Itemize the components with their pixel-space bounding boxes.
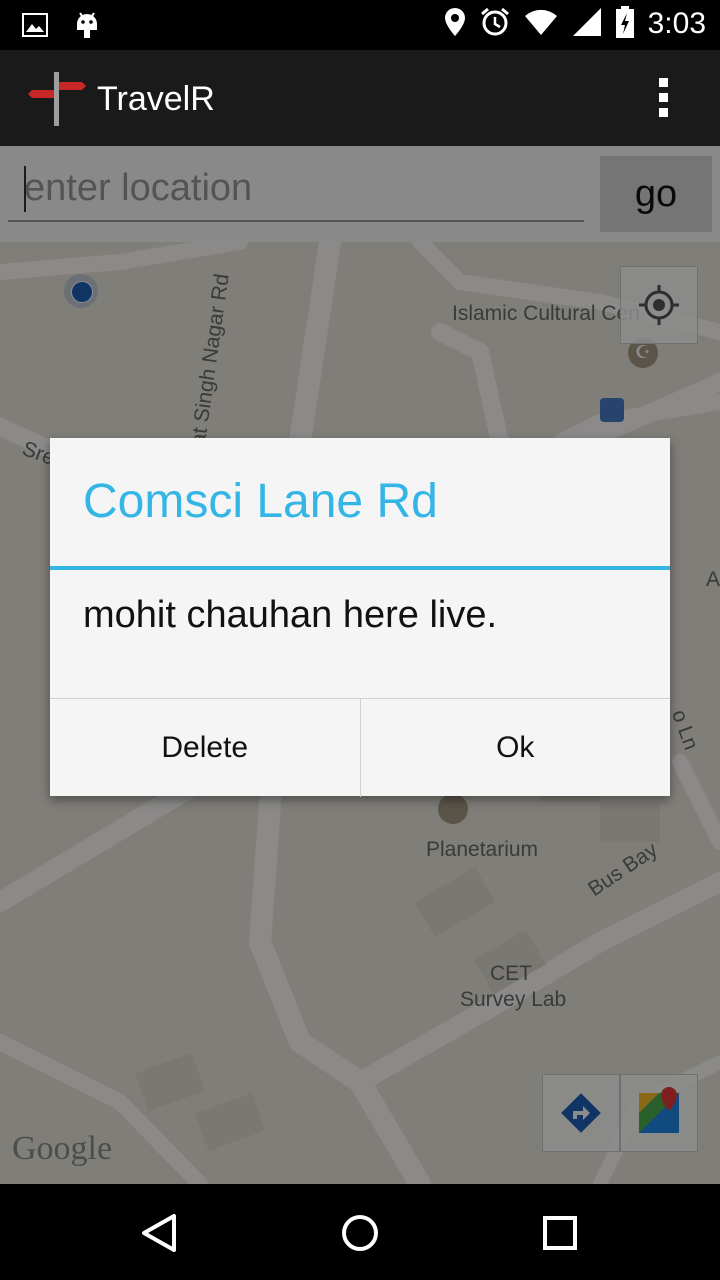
back-icon[interactable] bbox=[134, 1208, 184, 1258]
app-bar: TravelR bbox=[0, 50, 720, 146]
signpost-icon bbox=[28, 72, 86, 126]
dialog-divider bbox=[50, 566, 670, 570]
dialog-title: Comsci Lane Rd bbox=[83, 475, 438, 528]
android-icon bbox=[74, 10, 100, 44]
alarm-icon bbox=[480, 7, 510, 41]
home-icon[interactable] bbox=[335, 1208, 385, 1258]
dialog-message: mohit chauhan here live. bbox=[83, 594, 498, 636]
navigation-bar bbox=[0, 1184, 720, 1280]
clock: 3:03 bbox=[647, 7, 706, 40]
location-dialog: Comsci Lane Rd mohit chauhan here live. … bbox=[50, 438, 670, 797]
ok-button[interactable]: Ok bbox=[359, 699, 671, 797]
overflow-menu-icon[interactable] bbox=[656, 78, 670, 120]
image-icon bbox=[22, 13, 48, 41]
app-title: TravelR bbox=[97, 80, 215, 118]
signal-icon bbox=[572, 7, 602, 41]
delete-button[interactable]: Delete bbox=[50, 699, 360, 797]
status-bar: 3:03 bbox=[0, 0, 720, 50]
dialog-button-row: Delete Ok bbox=[50, 698, 670, 797]
recents-icon[interactable] bbox=[535, 1208, 585, 1258]
wifi-icon bbox=[524, 8, 558, 40]
location-icon bbox=[444, 7, 466, 41]
battery-charging-icon bbox=[615, 6, 634, 42]
